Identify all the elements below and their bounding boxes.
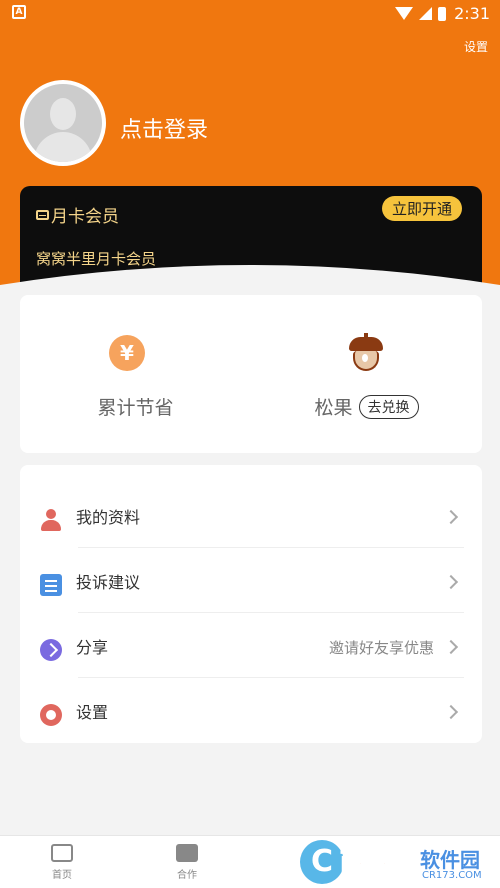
songguo-stat[interactable]: 松果 去兑换 xyxy=(251,295,482,453)
menu-item-label: 投诉建议 xyxy=(76,573,141,592)
watermark-sub: CR173.COM xyxy=(422,870,482,881)
menu-item-label: 分享 xyxy=(76,638,109,657)
savings-label: 累计节省 xyxy=(97,397,174,419)
status-icons: 2:31 xyxy=(395,4,490,23)
notification-icon: A xyxy=(12,5,26,19)
tab-home[interactable]: 首页 xyxy=(27,844,97,881)
menu-item-hint: 邀请好友享优惠 xyxy=(328,639,434,657)
avatar-body xyxy=(34,132,92,162)
menu-card: 我的资料 投诉建议 分享 邀请好友享优惠 设置 xyxy=(20,465,482,743)
menu-item-feedback[interactable]: 投诉建议 xyxy=(20,548,482,613)
avatar-head xyxy=(50,98,76,130)
battery-icon xyxy=(438,6,447,21)
chevron-right-icon xyxy=(443,510,459,525)
signal-icon xyxy=(419,7,433,20)
status-bar: A 2:31 xyxy=(0,0,500,28)
watermark-c: C xyxy=(300,840,344,884)
acorn-icon xyxy=(349,333,383,371)
menu-item-label: 设置 xyxy=(76,703,109,722)
handshake-icon xyxy=(176,844,198,862)
wifi-icon xyxy=(395,7,414,20)
chevron-right-icon xyxy=(443,575,459,590)
vip-title: 月卡会员 xyxy=(36,202,119,227)
yen-icon: ¥ xyxy=(109,335,145,371)
menu-item-share[interactable]: 分享 邀请好友享优惠 xyxy=(20,613,482,678)
vip-open-button[interactable]: 立即开通 xyxy=(381,196,462,221)
menu-item-settings[interactable]: 设置 xyxy=(20,678,482,743)
chevron-right-icon xyxy=(443,640,459,655)
tab-label: 首页 xyxy=(52,870,72,881)
watermark-text1: 西西 xyxy=(340,848,389,877)
avatar[interactable] xyxy=(20,80,106,166)
login-link[interactable]: 点击登录 xyxy=(120,112,208,144)
card-icon xyxy=(36,209,49,220)
chevron-right-icon xyxy=(443,705,459,720)
gear-icon xyxy=(40,704,62,726)
tab-cooperation[interactable]: 合作 xyxy=(152,844,222,881)
header-settings-link[interactable]: 设置 xyxy=(464,38,488,55)
watermark-logo: C 西西 软件园 CR173.COM xyxy=(300,838,500,888)
home-icon xyxy=(51,844,73,862)
stats-card: ¥ 累计节省 松果 去兑换 xyxy=(20,295,482,453)
person-icon xyxy=(40,509,62,531)
songguo-row: 松果 去兑换 xyxy=(251,393,482,420)
status-time: 2:31 xyxy=(454,4,490,23)
vip-title-text: 月卡会员 xyxy=(51,207,119,227)
clipboard-icon xyxy=(40,574,62,596)
watermark-text2: 软件园 xyxy=(420,848,480,872)
exchange-button[interactable]: 去兑换 xyxy=(358,394,419,419)
share-icon xyxy=(40,639,62,661)
menu-item-profile[interactable]: 我的资料 xyxy=(20,483,482,548)
savings-stat[interactable]: ¥ 累计节省 xyxy=(20,295,251,453)
tab-label: 合作 xyxy=(177,870,197,881)
menu-item-label: 我的资料 xyxy=(76,508,141,527)
songguo-label: 松果 xyxy=(314,397,353,419)
